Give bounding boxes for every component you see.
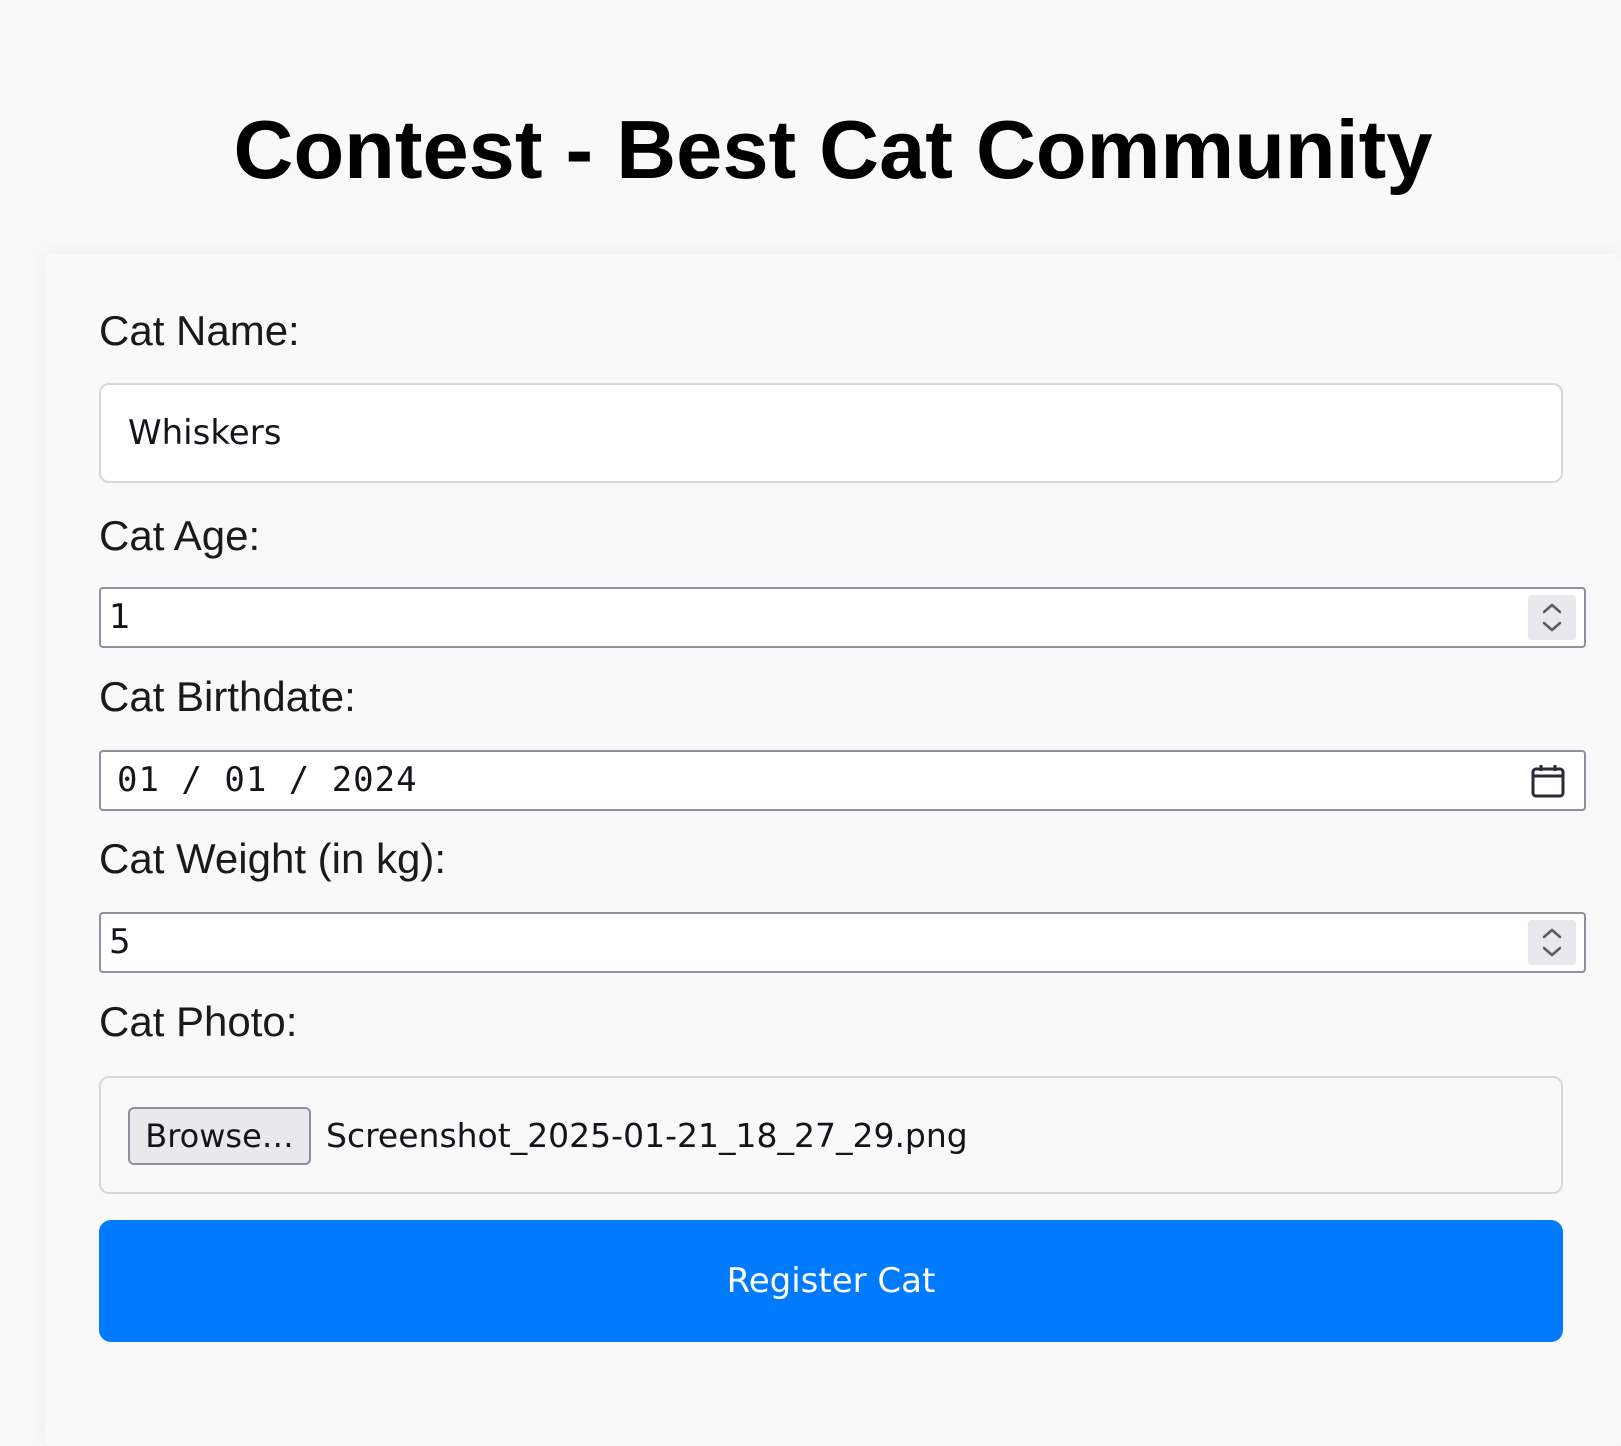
cat-name-input[interactable]: Whiskers: [99, 383, 1563, 483]
cat-weight-input[interactable]: 5: [99, 912, 1586, 973]
cat-weight-label: Cat Weight (in kg):: [99, 835, 447, 882]
cat-birthdate-input[interactable]: 01 / 01 / 2024: [99, 750, 1586, 811]
cat-age-label: Cat Age:: [99, 512, 261, 559]
cat-birthdate-label: Cat Birthdate:: [99, 673, 356, 720]
cat-photo-file-input[interactable]: Browse… Screenshot_2025-01-21_18_27_29.p…: [99, 1076, 1563, 1194]
up-down-chevron-icon: [1542, 928, 1562, 957]
cat-name-label: Cat Name:: [99, 307, 300, 354]
cat-age-input[interactable]: 1: [99, 587, 1586, 648]
page-title: Contest - Best Cat Community: [233, 103, 1433, 196]
cat-age-value: 1: [109, 597, 131, 637]
cat-weight-value: 5: [109, 922, 131, 962]
up-down-chevron-icon: [1542, 603, 1562, 632]
age-spinner-control[interactable]: [1528, 595, 1576, 640]
cat-photo-label: Cat Photo:: [99, 998, 298, 1045]
weight-spinner-control[interactable]: [1528, 920, 1576, 965]
calendar-icon[interactable]: [1528, 761, 1568, 801]
cat-birthdate-value: 01 / 01 / 2024: [117, 760, 418, 800]
selected-file-name: Screenshot_2025-01-21_18_27_29.png: [326, 1116, 968, 1155]
register-cat-button[interactable]: Register Cat: [99, 1220, 1563, 1342]
browse-button[interactable]: Browse…: [128, 1107, 311, 1165]
